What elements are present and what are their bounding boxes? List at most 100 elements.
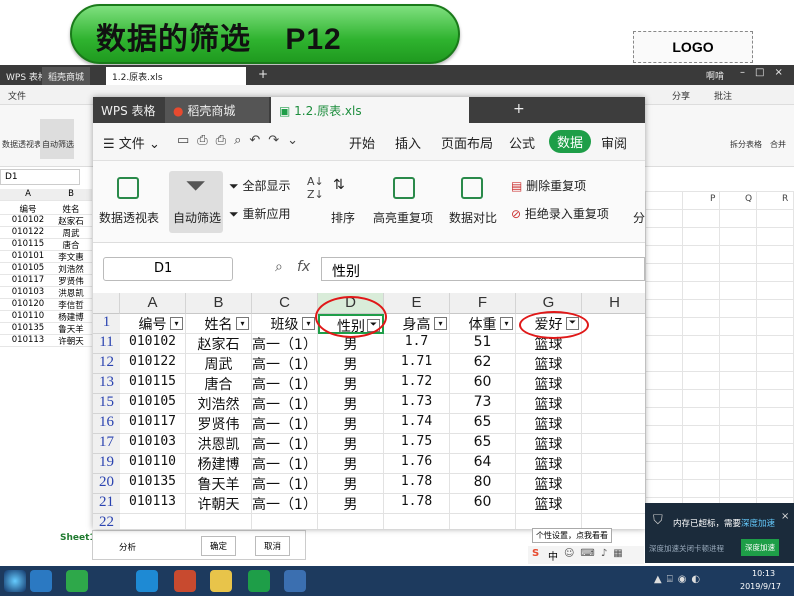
- cell-class[interactable]: 高一（1）: [252, 454, 318, 474]
- cell-empty[interactable]: [582, 334, 645, 354]
- bg-cell[interactable]: 李文惠: [52, 251, 90, 263]
- sort-az-icon[interactable]: A↓ Z↓: [307, 175, 324, 201]
- cell-empty[interactable]: [582, 474, 645, 494]
- file-explorer-icon[interactable]: [210, 570, 232, 592]
- start-button-icon[interactable]: [4, 570, 26, 592]
- bg-cell[interactable]: 010105: [10, 263, 46, 273]
- cell-name[interactable]: [186, 514, 252, 529]
- cell-name[interactable]: 唐合: [186, 374, 252, 394]
- row-header[interactable]: 16: [93, 414, 120, 434]
- header-cell-id[interactable]: 编号 ▾: [120, 314, 186, 334]
- cell-class[interactable]: [252, 514, 318, 529]
- ime-mode-label[interactable]: 中: [548, 548, 558, 563]
- show-all-button[interactable]: ⏷ 全部显示: [229, 177, 290, 194]
- cell-weight[interactable]: 73: [450, 394, 516, 414]
- bg-cell[interactable]: 010113: [10, 335, 46, 345]
- cell-empty[interactable]: [582, 354, 645, 374]
- header-cell-class[interactable]: 班级 ▾: [252, 314, 318, 334]
- cell-class[interactable]: 高一（1）: [252, 374, 318, 394]
- bg-merge-label[interactable]: 合并: [770, 139, 786, 150]
- bg-cell[interactable]: 010115: [10, 239, 46, 249]
- bg-tab-store[interactable]: 稻壳商城: [42, 67, 91, 85]
- cell-hobby[interactable]: 篮球: [516, 374, 582, 394]
- menu-insert[interactable]: 插入: [395, 133, 421, 152]
- row-header[interactable]: 12: [93, 354, 120, 374]
- cell-name[interactable]: 刘浩然: [186, 394, 252, 414]
- cell-hobby[interactable]: 篮球: [516, 394, 582, 414]
- row-header[interactable]: 19: [93, 454, 120, 474]
- cell-weight[interactable]: 64: [450, 454, 516, 474]
- bg-comment-button[interactable]: 批注: [714, 89, 732, 102]
- col-header-a[interactable]: A: [120, 293, 186, 314]
- cell-class[interactable]: 高一（1）: [252, 474, 318, 494]
- filter-dropdown-icon[interactable]: ▾: [302, 317, 315, 330]
- bg-cell[interactable]: 杨建博: [52, 311, 90, 323]
- bg-dialog-cancel-button[interactable]: 取消: [255, 536, 291, 556]
- cell-name[interactable]: 罗贤伟: [186, 414, 252, 434]
- header-cell-name[interactable]: 姓名 ▾: [186, 314, 252, 334]
- cell-gender[interactable]: 男: [318, 414, 384, 434]
- clock-time[interactable]: 10:13: [752, 569, 775, 578]
- row-header[interactable]: 1: [93, 314, 120, 334]
- bg-cell[interactable]: 周武: [52, 227, 90, 239]
- cell-id[interactable]: 010113: [120, 494, 186, 514]
- cell-empty[interactable]: [582, 454, 645, 474]
- bg-tab-file[interactable]: 1.2.原表.xls: [106, 67, 246, 85]
- reject-duplicates-button[interactable]: ⊘ 拒绝录入重复项: [511, 205, 609, 222]
- sogou-browser-icon[interactable]: [30, 570, 52, 592]
- menu-formula[interactable]: 公式: [509, 133, 535, 152]
- header-cell-weight[interactable]: 体重 ▾: [450, 314, 516, 334]
- bg-cell[interactable]: 010120: [10, 299, 46, 309]
- filter-dropdown-icon[interactable]: ▾: [500, 317, 513, 330]
- pivot-table-button[interactable]: 数据透视表: [99, 209, 159, 226]
- cell-id[interactable]: 010122: [120, 354, 186, 374]
- bg-cell[interactable]: 010101: [10, 251, 46, 261]
- cell-hobby[interactable]: 篮球: [516, 434, 582, 454]
- cell-id[interactable]: 010102: [120, 334, 186, 354]
- cell-height[interactable]: [384, 514, 450, 529]
- new-tab-icon[interactable]: +: [513, 101, 525, 117]
- filter-dropdown-icon[interactable]: ▾: [170, 317, 183, 330]
- cell-height[interactable]: 1.78: [384, 474, 450, 494]
- split-button[interactable]: 分: [633, 209, 645, 226]
- reapply-button[interactable]: ⏷ 重新应用: [229, 205, 290, 222]
- cell-gender[interactable]: 男: [318, 434, 384, 454]
- menu-page-layout[interactable]: 页面布局: [441, 133, 493, 152]
- cell-id[interactable]: 010117: [120, 414, 186, 434]
- bg-cell[interactable]: 唐合: [52, 239, 90, 251]
- col-header-h[interactable]: H: [582, 293, 645, 314]
- cell-gender[interactable]: [318, 514, 384, 529]
- bg-cell[interactable]: 010122: [10, 227, 46, 237]
- row-header[interactable]: 11: [93, 334, 120, 354]
- menu-start[interactable]: 开始: [349, 133, 375, 152]
- col-header-c[interactable]: C: [252, 293, 318, 314]
- cell-weight[interactable]: 62: [450, 354, 516, 374]
- bg-name-box[interactable]: D1: [0, 169, 80, 185]
- bg-cell[interactable]: 赵家石: [52, 215, 90, 227]
- cell-gender[interactable]: 男: [318, 394, 384, 414]
- cell-id[interactable]: 010110: [120, 454, 186, 474]
- bg-cell[interactable]: 洪恩凯: [52, 287, 90, 299]
- cell-gender[interactable]: 男: [318, 374, 384, 394]
- bg-cell[interactable]: 010102: [10, 215, 46, 225]
- bg-window-controls[interactable]: –□×: [740, 67, 793, 78]
- cell-class[interactable]: 高一（1）: [252, 494, 318, 514]
- cell-gender[interactable]: 男: [318, 354, 384, 374]
- cell-id[interactable]: 010105: [120, 394, 186, 414]
- bg-share-button[interactable]: 分享: [672, 89, 690, 102]
- cell-height[interactable]: 1.7: [384, 334, 450, 354]
- cell-weight[interactable]: 80: [450, 474, 516, 494]
- bg-new-tab-icon[interactable]: +: [258, 67, 268, 81]
- wps-store-tab[interactable]: ● 稻壳商城: [165, 97, 269, 123]
- cell-hobby[interactable]: 篮球: [516, 454, 582, 474]
- cell-height[interactable]: 1.76: [384, 454, 450, 474]
- cell-hobby[interactable]: 篮球: [516, 474, 582, 494]
- close-icon[interactable]: ×: [781, 511, 789, 522]
- menu-review[interactable]: 审阅: [601, 133, 627, 152]
- row-header[interactable]: 22: [93, 514, 120, 529]
- bg-dialog-ok-button[interactable]: 确定: [201, 536, 237, 556]
- cell-name[interactable]: 洪恩凯: [186, 434, 252, 454]
- bg-cell[interactable]: 罗贤伟: [52, 275, 90, 287]
- cell-weight[interactable]: [450, 514, 516, 529]
- cell-empty[interactable]: [582, 414, 645, 434]
